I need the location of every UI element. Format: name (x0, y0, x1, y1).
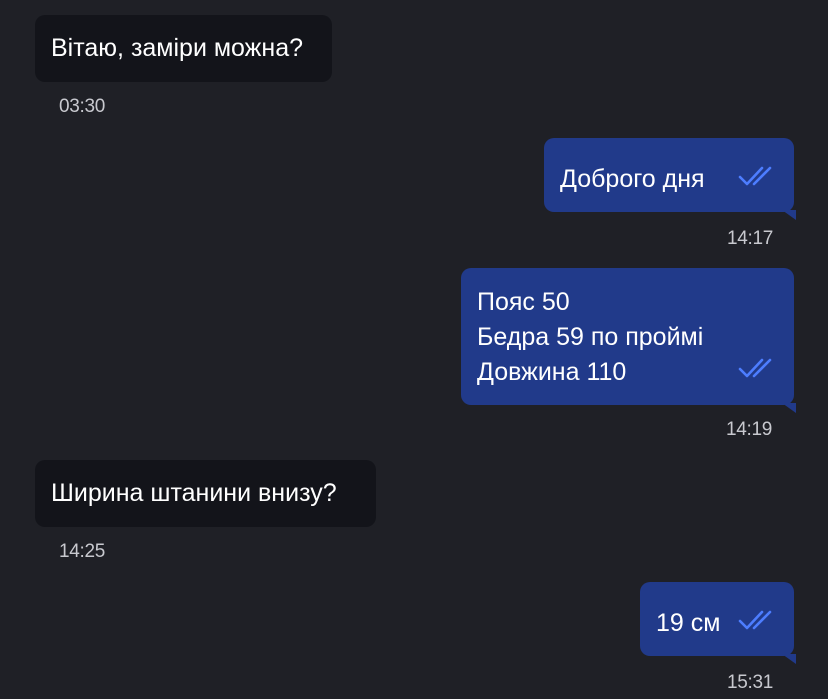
message-bubble-incoming[interactable]: Ширина штанини внизу? (35, 460, 376, 527)
message-text: Доброго дня (560, 165, 705, 193)
message-text: Пояс 50 Бедра 59 по проймі Довжина 110 (477, 288, 704, 386)
message-timestamp: 14:17 (727, 228, 774, 249)
message-text: 19 см (656, 609, 721, 637)
chat-thread: Вітаю, заміри можна? 03:30 Доброго дня 1… (0, 0, 828, 699)
message-timestamp: 15:31 (727, 672, 774, 693)
message-text: Вітаю, заміри можна? (51, 34, 304, 62)
message-bubble-outgoing[interactable]: Пояс 50 Бедра 59 по проймі Довжина 110 (461, 268, 796, 413)
double-check-icon (738, 610, 772, 630)
bubble-tail (782, 403, 796, 413)
double-check-icon (738, 358, 772, 378)
message-timestamp: 03:30 (59, 96, 106, 117)
message-timestamp: 14:25 (59, 541, 106, 562)
message-bubble-incoming[interactable]: Вітаю, заміри можна? (35, 15, 332, 82)
bubble-tail (782, 654, 796, 664)
bubble-tail (782, 210, 796, 220)
message-bubble-outgoing[interactable]: 19 см (640, 582, 796, 664)
message-timestamp: 14:19 (726, 419, 773, 440)
double-check-icon (738, 166, 772, 186)
message-bubble-outgoing[interactable]: Доброго дня (544, 138, 796, 220)
message-text: Ширина штанини внизу? (51, 479, 337, 507)
